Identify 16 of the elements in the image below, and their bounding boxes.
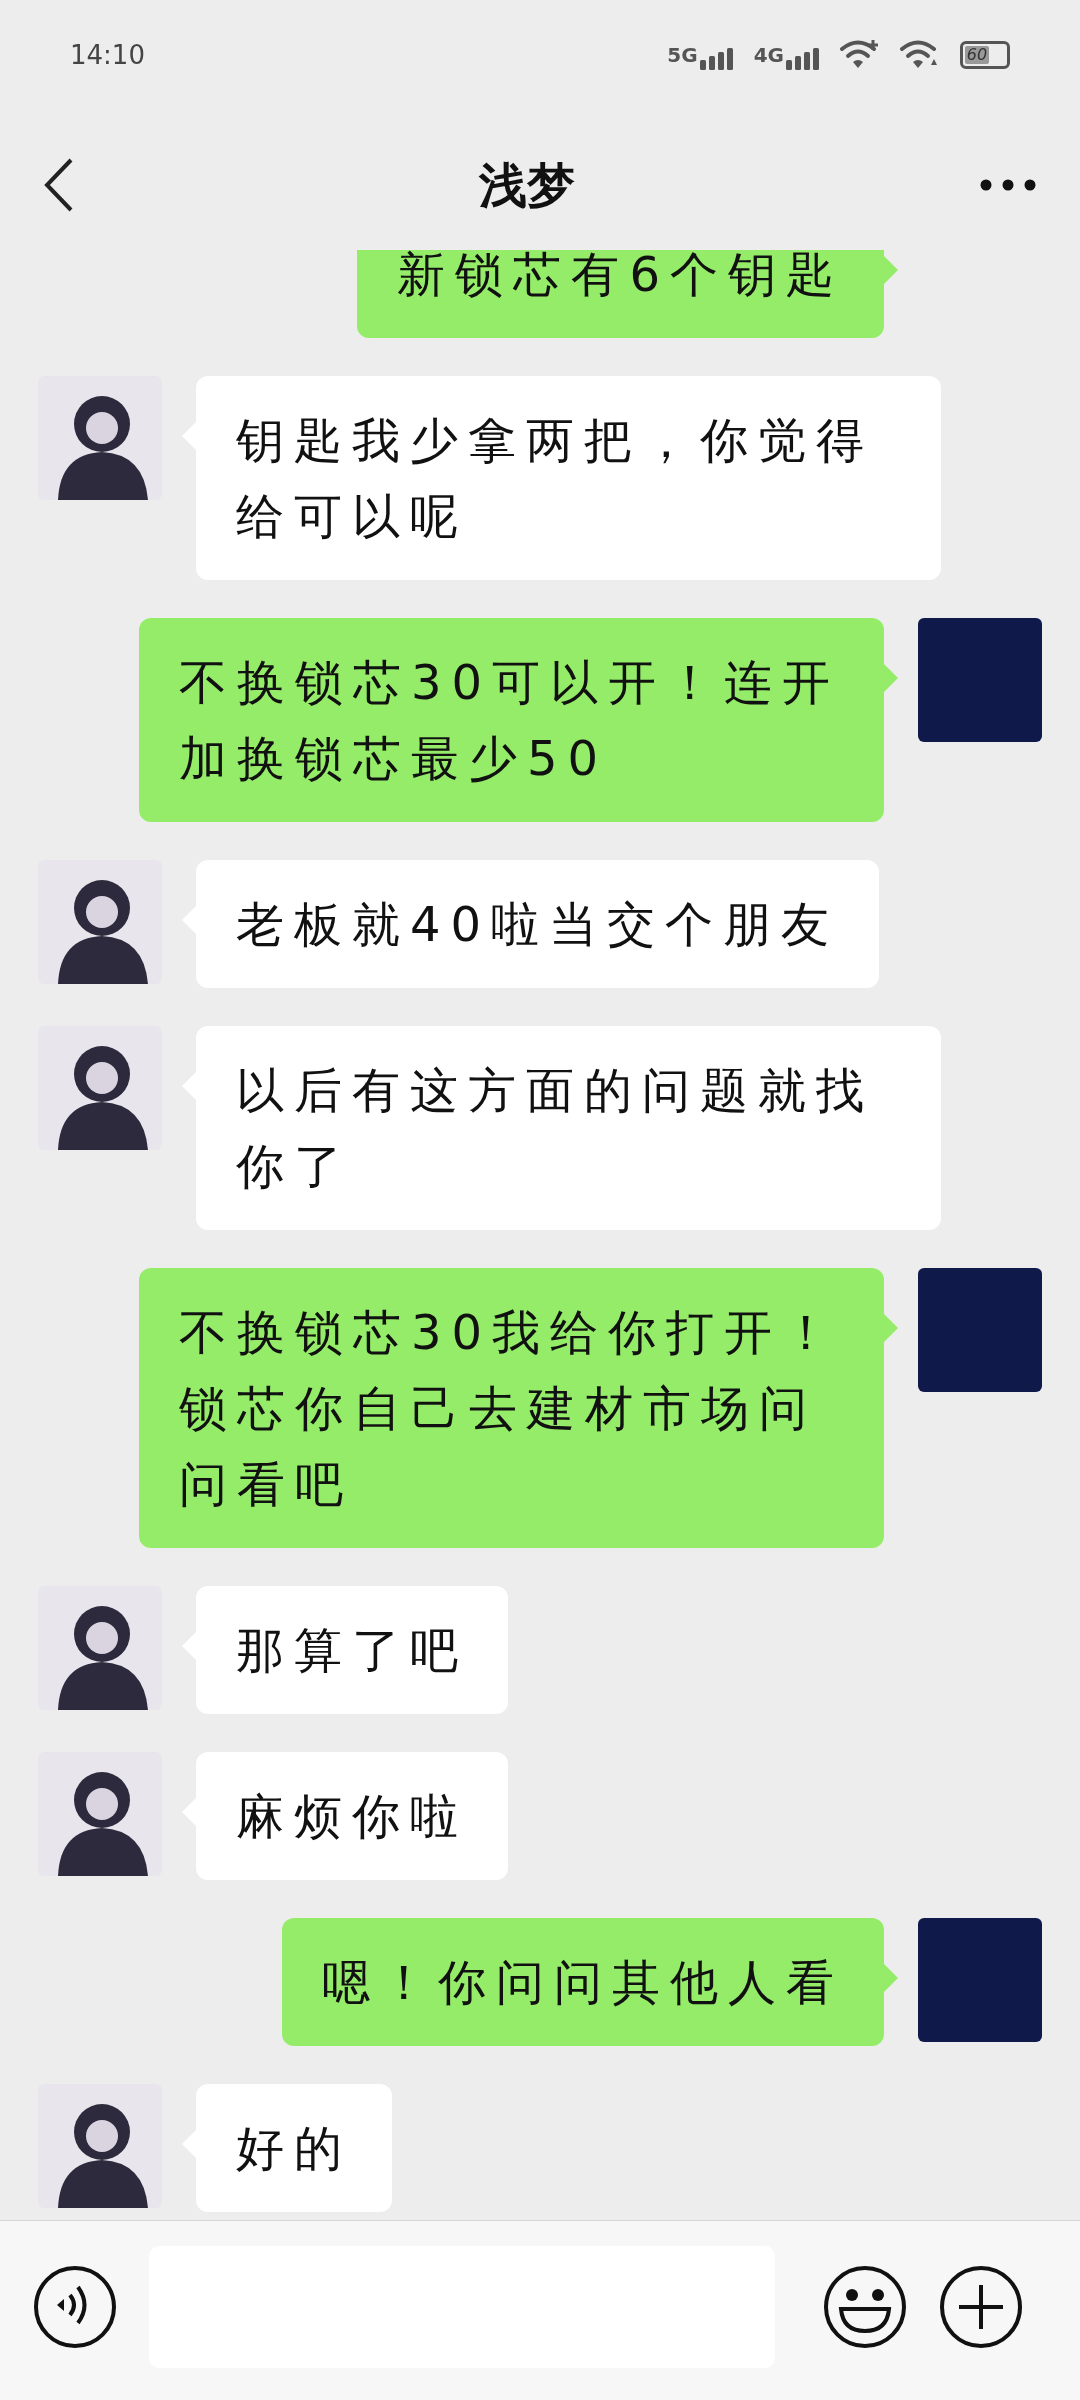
emoji-icon[interactable] (823, 2265, 907, 2349)
more-icon[interactable] (980, 179, 1036, 191)
battery-icon: 60 (960, 41, 1010, 69)
add-icon[interactable] (939, 2265, 1023, 2349)
back-icon[interactable] (44, 158, 74, 212)
signal-bars-icon (699, 48, 734, 70)
bubble-tail (884, 1964, 898, 1992)
signal-bars-icon (786, 48, 820, 70)
bubble-tail (884, 256, 898, 284)
status-time: 14:10 (70, 38, 145, 72)
bubble-tail (884, 1314, 898, 1342)
bubble-tail (884, 664, 898, 692)
network-label: 4G (753, 42, 784, 69)
voice-icon[interactable] (33, 2265, 117, 2349)
chat-title: 浅梦 (479, 156, 575, 215)
network-label: 5G (667, 42, 698, 69)
